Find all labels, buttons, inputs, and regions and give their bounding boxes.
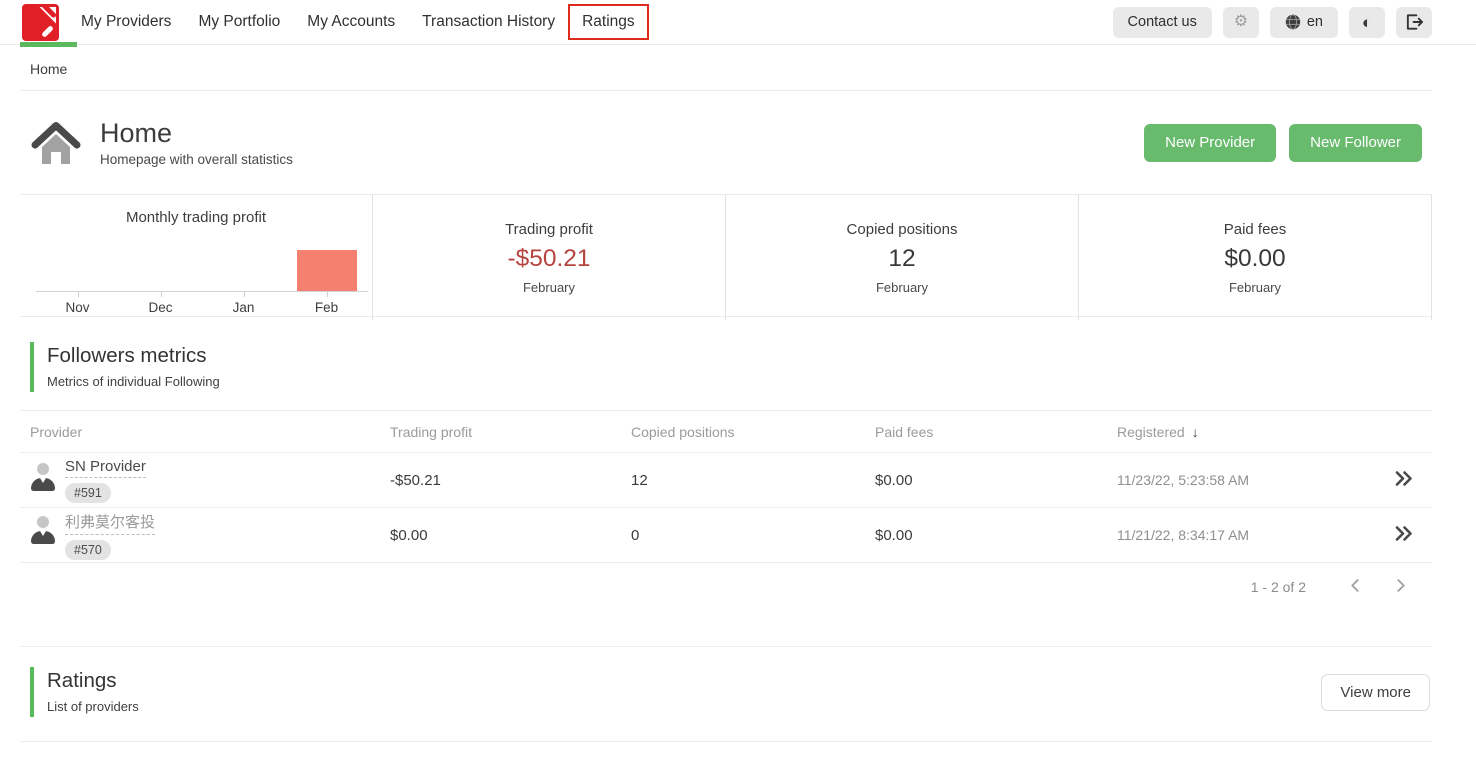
nav-item-my-accounts[interactable]: My Accounts	[307, 13, 395, 31]
pagination-range: 1 - 2 of 2	[1251, 579, 1306, 595]
nav-item-my-portfolio[interactable]: My Portfolio	[198, 13, 280, 31]
cell-copied-positions: 0	[631, 527, 875, 544]
chart-label-feb: Feb	[305, 300, 349, 315]
provider-avatar-icon	[30, 460, 56, 494]
provider-id-badge: #591	[65, 483, 111, 503]
chevron-right-icon	[1393, 578, 1408, 593]
double-chevron-right-icon	[1393, 470, 1414, 487]
ratings-section: Ratings List of providers View more	[20, 647, 1432, 741]
stat-card-copied-positions: Copied positions 12 February	[726, 195, 1079, 320]
breadcrumb-home[interactable]: Home	[30, 61, 67, 77]
row-expand-button[interactable]	[1391, 468, 1416, 492]
table-row: 利弗莫尔客投 #570 $0.00 0 $0.00 11/21/22, 8:34…	[20, 508, 1432, 563]
copied-positions-value: 12	[888, 245, 915, 273]
active-tab-indicator	[20, 42, 77, 47]
paid-fees-value: $0.00	[1224, 245, 1285, 273]
prev-page-button[interactable]	[1346, 576, 1365, 598]
top-bar: My Providers My Portfolio My Accounts Tr…	[0, 0, 1476, 45]
col-header-trading-profit: Trading profit	[390, 424, 631, 440]
cell-trading-profit: -$50.21	[390, 472, 631, 489]
view-more-button[interactable]: View more	[1321, 674, 1430, 711]
col-header-copied-positions: Copied positions	[631, 424, 875, 440]
chart-title: Monthly trading profit	[20, 209, 372, 226]
settings-button[interactable]: ⚙	[1223, 7, 1259, 38]
stat-card-paid-fees: Paid fees $0.00 February	[1079, 195, 1432, 320]
followers-metrics-title: Followers metrics	[47, 344, 1432, 368]
language-button[interactable]: en	[1270, 7, 1338, 38]
main-nav: My Providers My Portfolio My Accounts Tr…	[81, 13, 635, 31]
gear-icon: ⚙	[1234, 14, 1248, 30]
theme-toggle-button[interactable]: ◐	[1349, 7, 1385, 38]
cell-trading-profit: $0.00	[390, 527, 631, 544]
followers-metrics-heading: Followers metrics Metrics of individual …	[30, 342, 1432, 392]
new-provider-button[interactable]: New Provider	[1144, 124, 1276, 162]
chart-label-jan: Jan	[222, 300, 266, 315]
contrast-icon: ◐	[1362, 14, 1372, 31]
new-follower-button[interactable]: New Follower	[1289, 124, 1422, 162]
stats-strip: Monthly trading profit Nov Dec Jan Feb T…	[20, 194, 1432, 317]
ratings-heading: Ratings List of providers	[30, 667, 139, 717]
col-header-provider: Provider	[30, 424, 390, 440]
brand-logo[interactable]	[22, 4, 59, 41]
language-label: en	[1307, 14, 1323, 30]
provider-id-badge: #570	[65, 540, 111, 560]
nav-item-transaction-history[interactable]: Transaction History	[422, 13, 555, 31]
cell-copied-positions: 12	[631, 472, 875, 489]
page-title: Home	[100, 118, 293, 149]
stat-card-trading-profit: Trading profit -$50.21 February	[373, 195, 726, 320]
chart-bar-feb	[297, 250, 357, 291]
trading-profit-value: -$50.21	[507, 245, 590, 273]
logout-icon	[1405, 13, 1424, 31]
ratings-subtitle: List of providers	[47, 699, 139, 714]
home-icon	[30, 119, 82, 166]
double-chevron-right-icon	[1393, 525, 1414, 542]
topbar-actions: Contact us ⚙ en ◐	[1113, 7, 1432, 38]
chart-axis	[36, 232, 368, 292]
next-page-button[interactable]	[1391, 576, 1410, 598]
page-header: Home Homepage with overall statistics Ne…	[20, 91, 1432, 194]
nav-item-ratings[interactable]: Ratings	[582, 13, 635, 31]
sort-desc-icon: ↓	[1192, 424, 1199, 440]
row-expand-button[interactable]	[1391, 523, 1416, 547]
cell-registered: 11/21/22, 8:34:17 AM	[1117, 527, 1369, 543]
col-header-registered[interactable]: Registered↓	[1117, 424, 1369, 440]
provider-avatar-icon	[30, 513, 56, 547]
provider-link[interactable]: 利弗莫尔客投	[65, 511, 155, 535]
bottom-divider	[20, 741, 1432, 742]
pagination: 1 - 2 of 2	[20, 563, 1432, 611]
cell-paid-fees: $0.00	[875, 527, 1117, 544]
logout-button[interactable]	[1396, 7, 1432, 38]
followers-metrics-subtitle: Metrics of individual Following	[47, 374, 1432, 389]
table-header: Provider Trading profit Copied positions…	[20, 410, 1432, 453]
chart-label-nov: Nov	[56, 300, 100, 315]
globe-icon	[1285, 14, 1301, 30]
col-header-paid-fees: Paid fees	[875, 424, 1117, 440]
page-subtitle: Homepage with overall statistics	[100, 152, 293, 167]
chevron-left-icon	[1348, 578, 1363, 593]
contact-us-button[interactable]: Contact us	[1113, 7, 1212, 38]
provider-link[interactable]: SN Provider	[65, 458, 146, 478]
monthly-trading-profit-chart: Monthly trading profit Nov Dec Jan Feb	[20, 195, 373, 320]
nav-item-my-providers[interactable]: My Providers	[81, 13, 171, 31]
cell-registered: 11/23/22, 5:23:58 AM	[1117, 472, 1369, 488]
breadcrumb: Home	[20, 45, 1432, 91]
ratings-title: Ratings	[47, 669, 139, 693]
table-row: SN Provider #591 -$50.21 12 $0.00 11/23/…	[20, 453, 1432, 508]
cell-paid-fees: $0.00	[875, 472, 1117, 489]
chart-label-dec: Dec	[139, 300, 183, 315]
